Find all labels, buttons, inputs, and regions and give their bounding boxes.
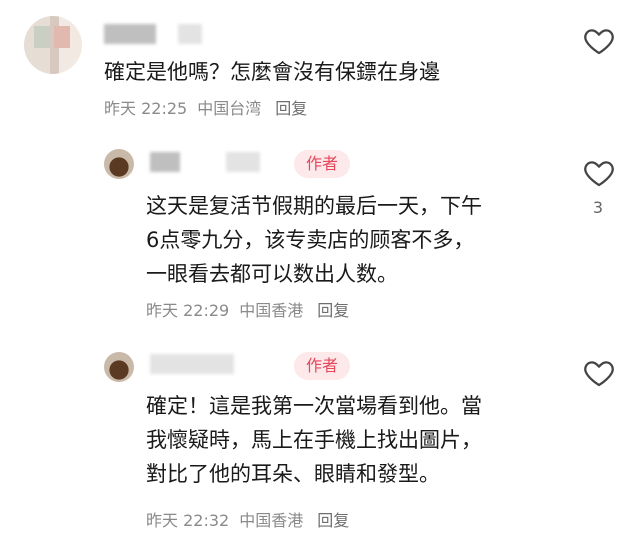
username-blurred xyxy=(178,24,202,44)
heart-outline-icon[interactable] xyxy=(582,156,616,190)
avatar[interactable] xyxy=(24,16,82,74)
heart-outline-icon[interactable] xyxy=(582,356,616,390)
comment-time: 昨天 22:29 xyxy=(146,301,230,320)
comment-item: 作者 確定！這是我第一次當場看到他。當 我懷疑時，馬上在手機上找出圖片， 對比了… xyxy=(0,350,640,550)
avatar[interactable] xyxy=(104,352,134,382)
like-count: 3 xyxy=(592,198,604,217)
heart-outline-icon[interactable] xyxy=(582,24,616,58)
comment-text-line: 對比了他的耳朵、眼睛和發型。 xyxy=(146,462,440,486)
comment-meta: 昨天 22:25 中国台湾 回复 xyxy=(104,98,317,120)
avatar-block xyxy=(54,26,70,48)
comment-text-line: 確定！這是我第一次當場看到他。當 xyxy=(146,394,482,418)
reply-button[interactable]: 回复 xyxy=(317,511,349,530)
comment-time: 昨天 22:25 xyxy=(104,99,188,118)
comment-location: 中国香港 xyxy=(239,301,304,320)
username-blurred[interactable] xyxy=(150,354,234,374)
reply-button[interactable]: 回复 xyxy=(275,99,307,118)
comment-text-line: 这天是复活节假期的最后一天，下午 xyxy=(146,194,482,218)
author-badge: 作者 xyxy=(294,352,351,380)
username-blurred xyxy=(226,152,260,172)
username-blurred[interactable] xyxy=(150,152,180,172)
reply-button[interactable]: 回复 xyxy=(317,301,349,320)
comment-text: 確定是他嗎？怎麼會沒有保鏢在身邊 xyxy=(104,60,440,84)
username-blurred[interactable] xyxy=(104,24,156,44)
comment-text-line: 6点零九分，该专卖店的顾客不多， xyxy=(146,228,475,252)
avatar[interactable] xyxy=(104,149,134,179)
comment-item: 作者 这天是复活节假期的最后一天，下午 6点零九分，该专卖店的顾客不多， 一眼看… xyxy=(0,140,640,340)
comment-location: 中国香港 xyxy=(239,511,304,530)
author-badge: 作者 xyxy=(294,150,351,178)
comment-time: 昨天 22:32 xyxy=(146,511,230,530)
avatar-block xyxy=(34,26,50,48)
comment-text-line: 我懷疑時，馬上在手機上找出圖片， xyxy=(146,428,482,452)
comment-meta: 昨天 22:32 中国香港 回复 xyxy=(146,510,359,532)
comment-item: 確定是他嗎？怎麼會沒有保鏢在身邊 昨天 22:25 中国台湾 回复 xyxy=(0,0,640,130)
comment-text-line: 一眼看去都可以数出人数。 xyxy=(146,262,398,286)
comment-location: 中国台湾 xyxy=(197,99,262,118)
comment-meta: 昨天 22:29 中国香港 回复 xyxy=(146,300,359,322)
